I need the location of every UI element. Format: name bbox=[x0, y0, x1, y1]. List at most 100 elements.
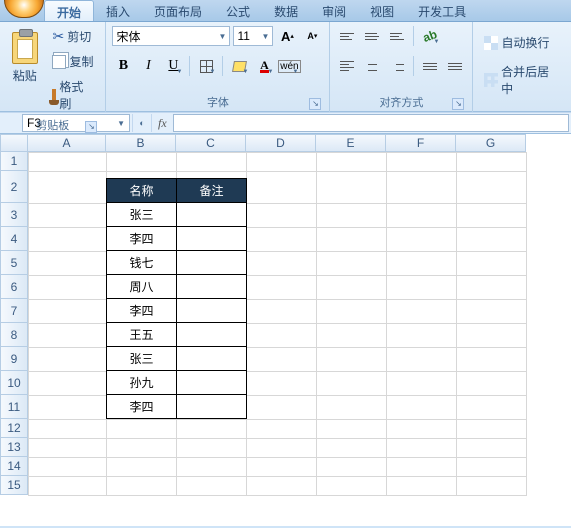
table-header[interactable]: 名称 bbox=[107, 179, 177, 203]
cell[interactable] bbox=[387, 458, 457, 477]
tab-插入[interactable]: 插入 bbox=[94, 0, 142, 21]
row-header[interactable]: 14 bbox=[0, 457, 28, 476]
grow-font-button[interactable]: A▴ bbox=[276, 25, 298, 47]
table-header[interactable]: 备注 bbox=[177, 179, 247, 203]
cell[interactable] bbox=[317, 458, 387, 477]
table-cell[interactable] bbox=[177, 323, 247, 347]
row-header[interactable]: 11 bbox=[0, 395, 28, 419]
cell[interactable] bbox=[177, 458, 247, 477]
cell[interactable] bbox=[247, 439, 317, 458]
row-header[interactable]: 9 bbox=[0, 347, 28, 371]
align-top-button[interactable] bbox=[336, 25, 358, 47]
cell[interactable] bbox=[317, 477, 387, 496]
align-left-button[interactable] bbox=[336, 55, 358, 77]
cell[interactable] bbox=[387, 439, 457, 458]
tab-页面布局[interactable]: 页面布局 bbox=[142, 0, 214, 21]
cell[interactable] bbox=[247, 276, 317, 300]
cell[interactable] bbox=[317, 276, 387, 300]
row-header[interactable]: 10 bbox=[0, 371, 28, 395]
row-header[interactable]: 12 bbox=[0, 419, 28, 438]
cell[interactable] bbox=[29, 324, 107, 348]
cell[interactable] bbox=[317, 439, 387, 458]
row-header[interactable]: 7 bbox=[0, 299, 28, 323]
column-header[interactable]: G bbox=[456, 134, 526, 152]
column-header[interactable]: E bbox=[316, 134, 386, 152]
cell[interactable] bbox=[29, 300, 107, 324]
cell[interactable] bbox=[457, 172, 527, 204]
cells-area[interactable]: 名称备注张三李四钱七周八李四王五张三孙九李四 bbox=[28, 152, 527, 496]
decrease-indent-button[interactable] bbox=[419, 55, 441, 77]
fill-color-button[interactable]: ▼ bbox=[228, 55, 250, 77]
office-button[interactable] bbox=[4, 0, 44, 18]
table-cell[interactable] bbox=[177, 371, 247, 395]
cell[interactable] bbox=[107, 458, 177, 477]
cell[interactable] bbox=[29, 228, 107, 252]
cell[interactable] bbox=[457, 252, 527, 276]
cell[interactable] bbox=[247, 228, 317, 252]
cut-button[interactable]: ✂剪切 bbox=[47, 25, 99, 48]
cell[interactable] bbox=[387, 372, 457, 396]
cell[interactable] bbox=[107, 477, 177, 496]
cell[interactable] bbox=[247, 204, 317, 228]
align-right-button[interactable] bbox=[386, 55, 408, 77]
align-bottom-button[interactable] bbox=[386, 25, 408, 47]
cell[interactable] bbox=[247, 172, 317, 204]
select-all-corner[interactable] bbox=[0, 134, 28, 152]
cell[interactable] bbox=[247, 153, 317, 172]
cell[interactable] bbox=[387, 252, 457, 276]
cell[interactable] bbox=[387, 477, 457, 496]
cell[interactable] bbox=[387, 324, 457, 348]
cell[interactable] bbox=[247, 420, 317, 439]
cell[interactable] bbox=[457, 204, 527, 228]
cell[interactable] bbox=[317, 252, 387, 276]
cell[interactable] bbox=[387, 172, 457, 204]
cell[interactable] bbox=[457, 228, 527, 252]
cell[interactable] bbox=[317, 172, 387, 204]
cell[interactable] bbox=[29, 252, 107, 276]
column-header[interactable]: F bbox=[386, 134, 456, 152]
merge-center-button[interactable]: 合并后居中 bbox=[479, 60, 565, 100]
cell[interactable] bbox=[457, 153, 527, 172]
cell[interactable] bbox=[457, 276, 527, 300]
tab-审阅[interactable]: 审阅 bbox=[310, 0, 358, 21]
cell[interactable] bbox=[177, 439, 247, 458]
cell[interactable] bbox=[177, 153, 247, 172]
tab-视图[interactable]: 视图 bbox=[358, 0, 406, 21]
alignment-launcher[interactable]: ↘ bbox=[452, 98, 464, 110]
cell[interactable] bbox=[317, 153, 387, 172]
table-cell[interactable]: 李四 bbox=[107, 227, 177, 251]
cell[interactable] bbox=[107, 153, 177, 172]
table-cell[interactable] bbox=[177, 227, 247, 251]
row-header[interactable]: 3 bbox=[0, 203, 28, 227]
cell[interactable] bbox=[317, 396, 387, 420]
cell[interactable] bbox=[247, 477, 317, 496]
tab-公式[interactable]: 公式 bbox=[214, 0, 262, 21]
expand-formula-button[interactable]: ◐ bbox=[132, 114, 152, 132]
cell[interactable] bbox=[387, 348, 457, 372]
clipboard-launcher[interactable]: ↘ bbox=[85, 121, 97, 133]
cell[interactable] bbox=[29, 439, 107, 458]
row-header[interactable]: 2 bbox=[0, 171, 28, 203]
cell[interactable] bbox=[457, 300, 527, 324]
cell[interactable] bbox=[177, 420, 247, 439]
align-center-button[interactable] bbox=[361, 55, 383, 77]
cell[interactable] bbox=[387, 228, 457, 252]
cell[interactable] bbox=[317, 300, 387, 324]
cell[interactable] bbox=[247, 458, 317, 477]
borders-button[interactable]: ▼ bbox=[195, 55, 217, 77]
row-header[interactable]: 5 bbox=[0, 251, 28, 275]
phonetic-button[interactable]: wén▼ bbox=[278, 55, 300, 77]
table-cell[interactable]: 张三 bbox=[107, 203, 177, 227]
cell[interactable] bbox=[107, 420, 177, 439]
table-cell[interactable] bbox=[177, 251, 247, 275]
cell[interactable] bbox=[247, 252, 317, 276]
table-cell[interactable]: 张三 bbox=[107, 347, 177, 371]
cell[interactable] bbox=[29, 348, 107, 372]
table-cell[interactable]: 王五 bbox=[107, 323, 177, 347]
row-header[interactable]: 15 bbox=[0, 476, 28, 495]
cell[interactable] bbox=[247, 324, 317, 348]
formula-bar[interactable] bbox=[173, 114, 569, 132]
cell[interactable] bbox=[457, 439, 527, 458]
column-header[interactable]: A bbox=[28, 134, 106, 152]
cell[interactable] bbox=[387, 420, 457, 439]
